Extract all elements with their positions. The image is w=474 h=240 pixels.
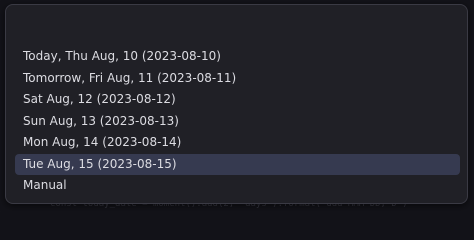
option-mon[interactable]: Mon Aug, 14 (2023-08-14) [15,132,460,154]
option-sat[interactable]: Sat Aug, 12 (2023-08-12) [15,89,460,111]
option-tue[interactable]: Tue Aug, 15 (2023-08-15) [15,153,460,175]
option-list: Today, Thu Aug, 10 (2023-08-10) Tomorrow… [15,46,460,197]
date-suggestion-popup: Today, Thu Aug, 10 (2023-08-10) Tomorrow… [5,4,468,204]
option-manual[interactable]: Manual [15,175,460,197]
option-today[interactable]: Today, Thu Aug, 10 (2023-08-10) [15,46,460,68]
option-tomorrow[interactable]: Tomorrow, Fri Aug, 11 (2023-08-11) [15,68,460,90]
option-sun[interactable]: Sun Aug, 13 (2023-08-13) [15,111,460,133]
app-window: const today_date = moment().add(2, 'days… [0,0,474,212]
